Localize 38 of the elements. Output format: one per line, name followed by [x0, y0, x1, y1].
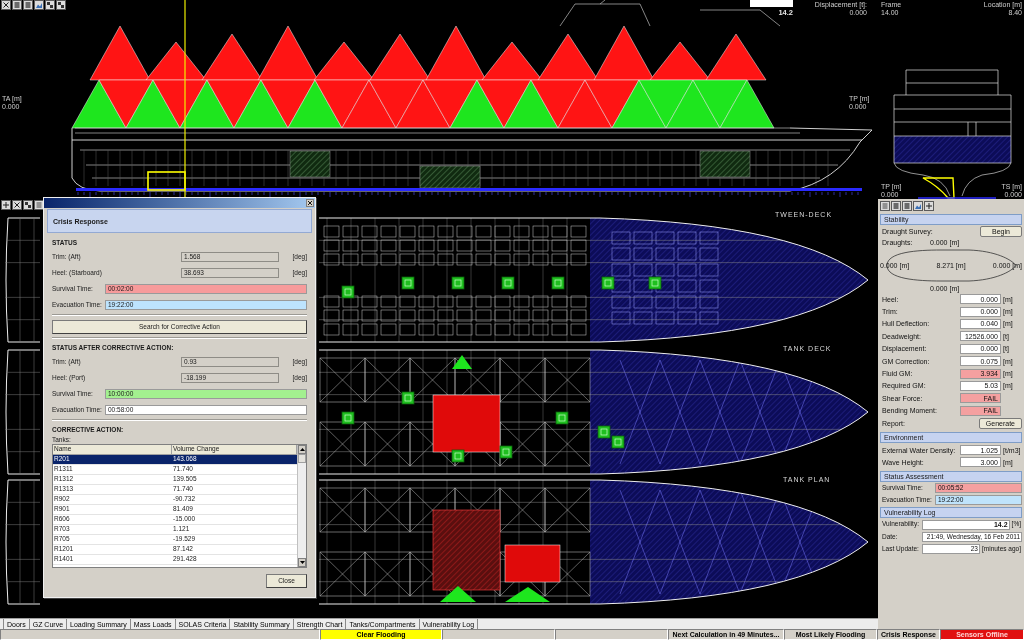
marker-icon [555, 411, 569, 425]
picture-icon[interactable] [913, 201, 923, 211]
compartment-area [452, 355, 472, 369]
scrollbar-thumb[interactable] [298, 454, 306, 463]
gauge-bar [750, 0, 793, 7]
marker-icon [341, 411, 355, 425]
compartment-area [440, 586, 476, 602]
marker-icon [648, 276, 662, 290]
flooded-compartment [432, 394, 501, 453]
picture-icon[interactable] [34, 0, 44, 10]
marker-icon [451, 276, 465, 290]
marker-icon [611, 435, 625, 449]
compartment-area [505, 587, 550, 602]
crossed-square-icon[interactable] [12, 200, 22, 210]
crosshair-icon[interactable] [1, 200, 11, 210]
flooded-compartment [504, 544, 561, 583]
marker-icon [551, 276, 565, 290]
marker-icon [501, 276, 515, 290]
marker-icon [597, 425, 611, 439]
close-icon [308, 201, 312, 205]
crosshair-icon[interactable] [924, 201, 934, 211]
marker-icon [401, 276, 415, 290]
marker-icon [401, 391, 415, 405]
down-arrow-icon [299, 561, 305, 564]
checker-icon[interactable] [45, 0, 55, 10]
checker-icon[interactable] [56, 0, 66, 10]
checker-icon[interactable] [23, 200, 33, 210]
up-arrow-icon [299, 448, 305, 451]
scroll-up-button[interactable] [298, 445, 306, 454]
marker-icon [601, 276, 615, 290]
marker-icon [499, 445, 513, 459]
close-button[interactable] [306, 199, 314, 207]
lines-icon[interactable] [880, 201, 890, 211]
marker-icon [341, 285, 355, 299]
marker-icon [451, 449, 465, 463]
scroll-down-button[interactable] [298, 558, 306, 567]
scrollbar[interactable] [297, 445, 306, 567]
crossed-square-icon[interactable] [1, 0, 11, 10]
